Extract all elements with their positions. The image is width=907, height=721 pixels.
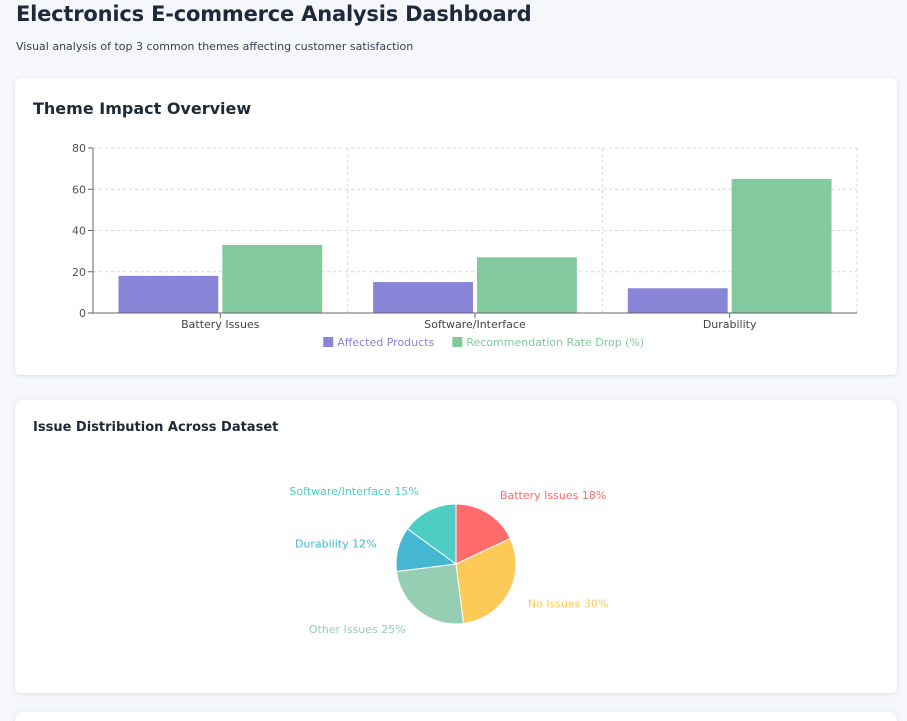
y-tick-label: 0 <box>79 307 86 320</box>
pie-slice-label: Battery Issues 18% <box>500 489 606 502</box>
pie-slice-label: Durability 12% <box>295 538 377 551</box>
pie-chart: Battery Issues 18% No Issues 30% Other Iss… <box>289 485 609 636</box>
y-tick-label: 40 <box>72 225 86 238</box>
legend-label: Affected Products <box>337 336 434 349</box>
legend-label: Recommendation Rate Drop (%) <box>466 336 644 349</box>
bar <box>731 178 832 313</box>
pie-slice <box>395 563 465 625</box>
x-tick-label: Software/Interface <box>424 318 526 331</box>
y-tick-label: 80 <box>72 142 86 155</box>
legend-swatch <box>452 337 463 347</box>
bar <box>373 282 473 313</box>
dashboard-page: Electronics E-commerce Analysis Dashboar… <box>0 0 907 721</box>
pie-slice-label: No Issues 30% <box>528 598 609 611</box>
issue-distribution-card: Issue Distribution Across Dataset Batter… <box>15 400 897 693</box>
pie-slice-label: Software/Interface 15% <box>289 485 418 498</box>
bar <box>118 275 219 313</box>
page-subtitle: Visual analysis of top 3 common themes a… <box>16 40 414 53</box>
y-tick-label: 20 <box>72 266 86 279</box>
bar <box>627 288 728 313</box>
x-tick-label: Battery Issues <box>181 318 260 331</box>
bar-chart: 0 20 40 60 80 Battery Issues Software/Interfac… <box>72 142 858 349</box>
y-tick-label: 60 <box>72 183 86 196</box>
x-tick-label: Durability <box>703 318 757 331</box>
next-card <box>15 712 897 721</box>
bar <box>222 244 323 313</box>
bar <box>477 257 577 313</box>
pie-slice-label: Other Issues 25% <box>309 623 406 636</box>
theme-impact-card: Theme Impact Overview 0 20 40 60 80 Battery I… <box>15 78 897 375</box>
legend-swatch <box>323 337 334 347</box>
page-title: Electronics E-commerce Analysis Dashboar… <box>16 2 532 26</box>
